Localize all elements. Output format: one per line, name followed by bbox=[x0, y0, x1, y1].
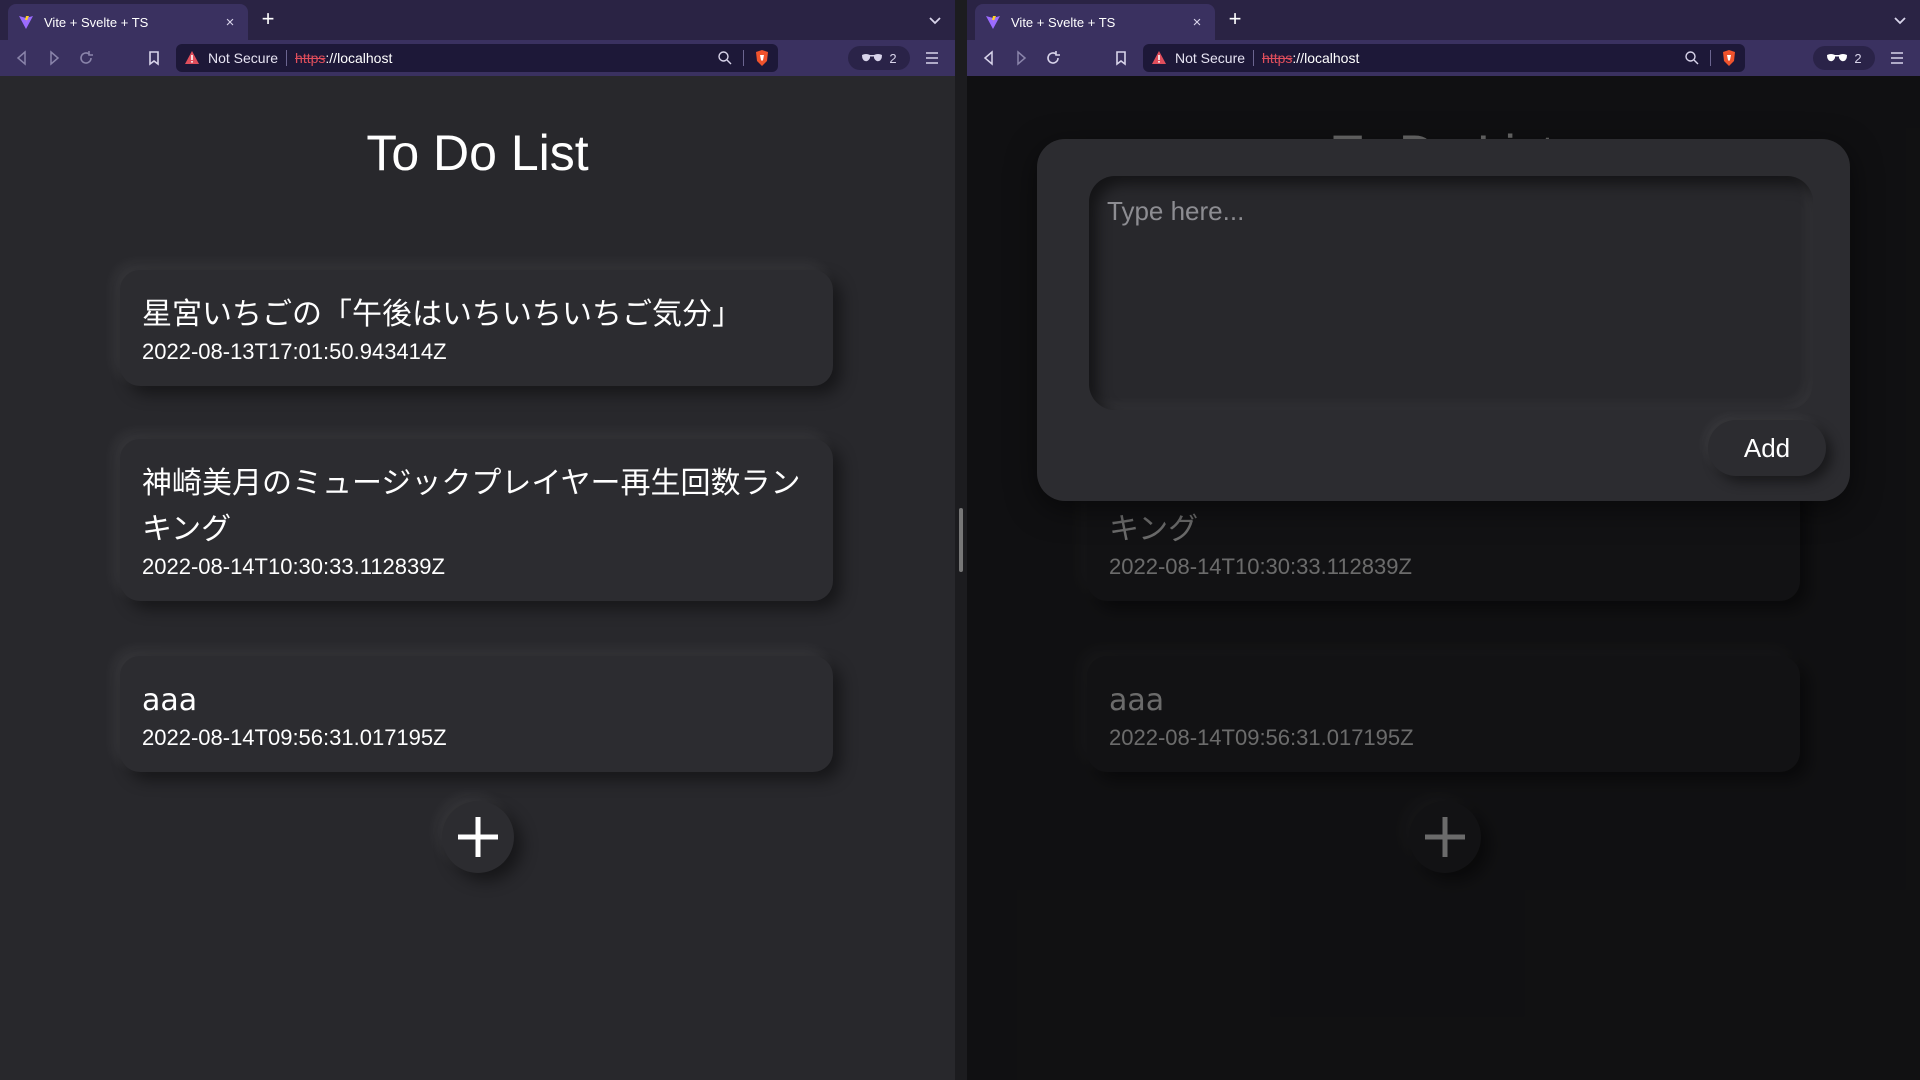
page-content: To Do List 星宮いちごの「午後はいちいちいちご気分」 2022-08-… bbox=[0, 76, 955, 1080]
add-button[interactable]: Add bbox=[1708, 420, 1826, 476]
back-icon[interactable] bbox=[12, 48, 32, 68]
todo-timestamp: 2022-08-13T17:01:50.943414Z bbox=[142, 339, 447, 364]
reload-icon[interactable] bbox=[76, 48, 96, 68]
url-divider-2 bbox=[1710, 50, 1711, 66]
close-icon[interactable]: × bbox=[1189, 14, 1205, 31]
brave-shield-icon[interactable] bbox=[1721, 49, 1737, 67]
tab-title: Vite + Svelte + TS bbox=[44, 14, 149, 30]
url-text[interactable]: https://localhost bbox=[295, 50, 711, 66]
vite-logo-icon bbox=[19, 16, 33, 29]
warning-icon bbox=[1152, 51, 1166, 64]
chevron-down-icon[interactable] bbox=[925, 10, 945, 30]
page-title: To Do List bbox=[366, 125, 589, 181]
todo-timestamp: 2022-08-14T10:30:33.112839Z bbox=[142, 554, 445, 579]
todo-title: aaa bbox=[142, 683, 198, 718]
page-content: To Do List 星宮いちごの「午後はいちいちいちご気分」 2022-08-… bbox=[967, 76, 1920, 1080]
add-todo-button[interactable] bbox=[442, 801, 514, 873]
warning-icon bbox=[185, 51, 199, 64]
browser-toolbar: Not Secure https://localhost 2 bbox=[967, 40, 1920, 76]
private-glasses-icon bbox=[1827, 54, 1848, 62]
zoom-icon[interactable] bbox=[1684, 50, 1700, 66]
bookmark-icon[interactable] bbox=[1111, 48, 1131, 68]
not-secure-label: Not Secure bbox=[1175, 50, 1246, 66]
brave-shield-icon[interactable] bbox=[754, 49, 770, 67]
zoom-icon[interactable] bbox=[717, 50, 733, 66]
url-scheme: https bbox=[295, 50, 326, 66]
bookmark-icon[interactable] bbox=[144, 48, 164, 68]
new-tab-button[interactable]: + bbox=[1223, 8, 1247, 32]
chevron-down-icon[interactable] bbox=[1890, 10, 1910, 30]
url-text[interactable]: https://localhost bbox=[1262, 50, 1678, 66]
browser-window-left: Vite + Svelte + TS × + Not Secure https:… bbox=[0, 0, 955, 1080]
private-glasses-icon bbox=[862, 54, 883, 62]
url-divider-2 bbox=[743, 50, 744, 66]
todo-card[interactable]: 神崎美月のミュージックプレイヤー再生回数ランキング 2022-08-14T10:… bbox=[120, 439, 833, 601]
hamburger-menu-icon[interactable] bbox=[922, 48, 942, 68]
todo-timestamp: 2022-08-14T09:56:31.017195Z bbox=[142, 725, 447, 750]
private-count: 2 bbox=[889, 50, 897, 66]
reload-icon[interactable] bbox=[1043, 48, 1063, 68]
tab-title: Vite + Svelte + TS bbox=[1011, 14, 1116, 30]
browser-tab[interactable]: Vite + Svelte + TS × bbox=[8, 4, 248, 40]
new-tab-button[interactable]: + bbox=[256, 8, 280, 32]
url-bar[interactable]: Not Secure https://localhost bbox=[176, 44, 778, 72]
url-divider bbox=[1253, 50, 1255, 66]
not-secure-label: Not Secure bbox=[208, 50, 279, 66]
private-window-badge[interactable]: 2 bbox=[848, 46, 910, 70]
url-bar[interactable]: Not Secure https://localhost bbox=[1143, 44, 1745, 72]
window-splitter[interactable] bbox=[955, 0, 967, 1080]
add-todo-modal: Add bbox=[1037, 139, 1850, 501]
splitter-handle[interactable] bbox=[959, 508, 963, 572]
todo-text-input[interactable] bbox=[1089, 176, 1813, 410]
todo-title: 星宮いちごの「午後はいちいちいちご気分」 bbox=[142, 297, 742, 332]
browser-window-right: Vite + Svelte + TS × + Not Secure https:… bbox=[967, 0, 1920, 1080]
plus-icon bbox=[458, 817, 498, 857]
todo-title: 神崎美月のミュージックプレイヤー再生回数ランキング bbox=[142, 466, 801, 547]
back-icon[interactable] bbox=[979, 48, 999, 68]
vite-logo-icon bbox=[986, 16, 1000, 29]
url-divider bbox=[286, 50, 288, 66]
private-window-badge[interactable]: 2 bbox=[1813, 46, 1875, 70]
url-separator: :// bbox=[1292, 50, 1305, 66]
url-host: localhost bbox=[1304, 50, 1360, 66]
close-icon[interactable]: × bbox=[222, 14, 238, 31]
tab-strip: Vite + Svelte + TS × + bbox=[967, 0, 1920, 40]
forward-icon[interactable] bbox=[1011, 48, 1031, 68]
forward-icon[interactable] bbox=[44, 48, 64, 68]
todo-card[interactable]: aaa 2022-08-14T09:56:31.017195Z bbox=[120, 656, 833, 772]
hamburger-menu-icon[interactable] bbox=[1887, 48, 1907, 68]
tab-strip: Vite + Svelte + TS × + bbox=[0, 0, 955, 40]
todo-card[interactable]: 星宮いちごの「午後はいちいちいちご気分」 2022-08-13T17:01:50… bbox=[120, 270, 833, 386]
url-host: localhost bbox=[337, 50, 393, 66]
browser-toolbar: Not Secure https://localhost 2 bbox=[0, 40, 955, 76]
url-scheme: https bbox=[1262, 50, 1293, 66]
url-separator: :// bbox=[325, 50, 338, 66]
private-count: 2 bbox=[1854, 50, 1862, 66]
browser-tab[interactable]: Vite + Svelte + TS × bbox=[975, 4, 1215, 40]
